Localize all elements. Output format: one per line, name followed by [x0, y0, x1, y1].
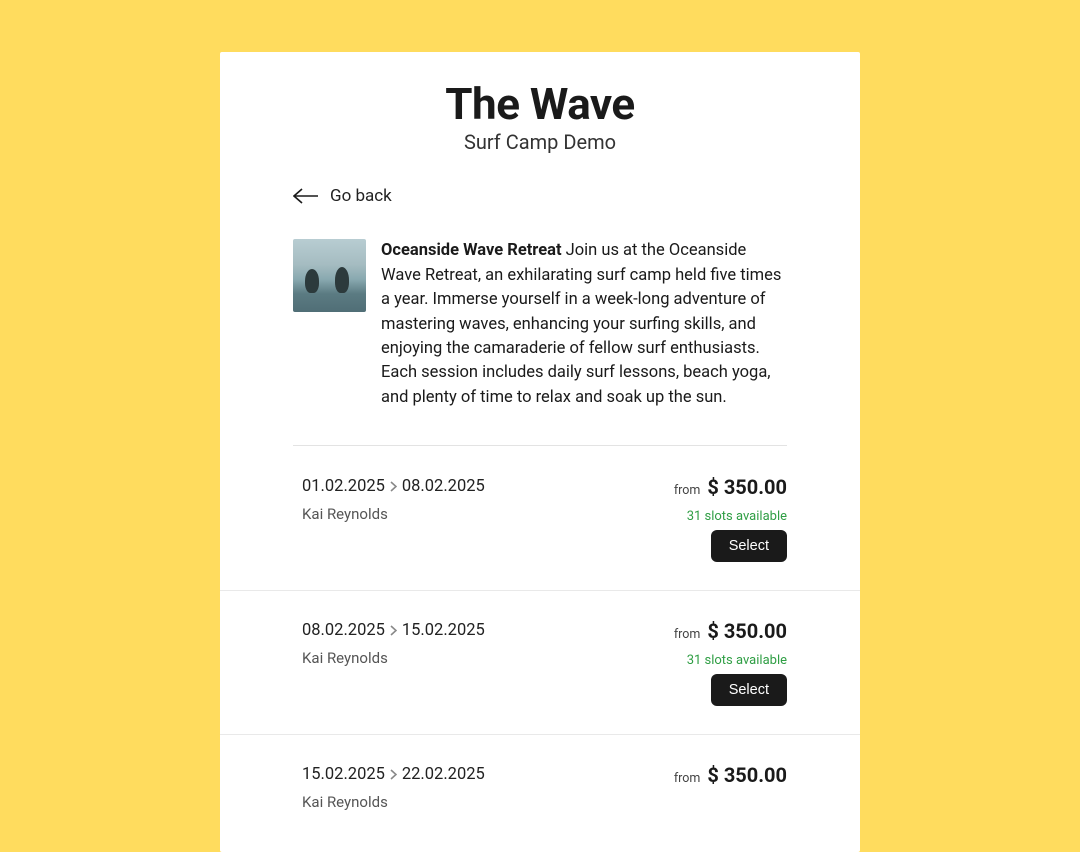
session-pricing: from $ 350.00 — [674, 763, 787, 811]
session-price: $ 350.00 — [707, 475, 787, 499]
session-dates: 15.02.2025 22.02.2025 — [302, 765, 485, 784]
retreat-name: Oceanside Wave Retreat — [381, 241, 562, 260]
chevron-right-icon — [390, 481, 397, 492]
session-start-date: 15.02.2025 — [302, 765, 385, 784]
session-pricing: from $ 350.00 31 slots available Select — [674, 619, 787, 706]
session-end-date: 15.02.2025 — [402, 621, 485, 640]
select-button[interactable]: Select — [711, 530, 787, 562]
page-subtitle: Surf Camp Demo — [220, 130, 860, 154]
go-back-label: Go back — [330, 186, 392, 206]
price-row: from $ 350.00 — [674, 619, 787, 643]
arrow-left-icon — [293, 188, 319, 204]
content-card: The Wave Surf Camp Demo Go back Oceansid… — [220, 52, 860, 852]
session-host: Kai Reynolds — [302, 505, 485, 523]
session-start-date: 08.02.2025 — [302, 621, 385, 640]
retreat-header: Oceanside Wave Retreat Join us at the Oc… — [220, 239, 860, 410]
session-end-date: 22.02.2025 — [402, 765, 485, 784]
retreat-description: Join us at the Oceanside Wave Retreat, a… — [381, 241, 781, 406]
retreat-body: Oceanside Wave Retreat Join us at the Oc… — [381, 239, 787, 410]
session-pricing: from $ 350.00 31 slots available Select — [674, 475, 787, 562]
session-price: $ 350.00 — [707, 763, 787, 787]
session-row: 08.02.2025 15.02.2025 Kai Reynolds from … — [220, 590, 860, 734]
price-row: from $ 350.00 — [674, 475, 787, 499]
session-host: Kai Reynolds — [302, 793, 485, 811]
session-info: 15.02.2025 22.02.2025 Kai Reynolds — [302, 763, 485, 811]
chevron-right-icon — [390, 625, 397, 636]
session-end-date: 08.02.2025 — [402, 477, 485, 496]
price-from-label: from — [674, 771, 701, 786]
session-row: 15.02.2025 22.02.2025 Kai Reynolds from … — [220, 734, 860, 839]
price-row: from $ 350.00 — [674, 763, 787, 787]
session-host: Kai Reynolds — [302, 649, 485, 667]
chevron-right-icon — [390, 769, 397, 780]
session-price: $ 350.00 — [707, 619, 787, 643]
slots-available: 31 slots available — [674, 509, 787, 524]
session-start-date: 01.02.2025 — [302, 477, 385, 496]
go-back-button[interactable]: Go back — [293, 186, 392, 206]
session-row: 01.02.2025 08.02.2025 Kai Reynolds from … — [220, 446, 860, 590]
slots-available: 31 slots available — [674, 653, 787, 668]
session-info: 08.02.2025 15.02.2025 Kai Reynolds — [302, 619, 485, 706]
session-info: 01.02.2025 08.02.2025 Kai Reynolds — [302, 475, 485, 562]
session-dates: 01.02.2025 08.02.2025 — [302, 477, 485, 496]
price-from-label: from — [674, 483, 701, 498]
select-button[interactable]: Select — [711, 674, 787, 706]
page-title: The Wave — [220, 80, 860, 128]
retreat-thumbnail — [293, 239, 366, 312]
session-dates: 08.02.2025 15.02.2025 — [302, 621, 485, 640]
price-from-label: from — [674, 627, 701, 642]
